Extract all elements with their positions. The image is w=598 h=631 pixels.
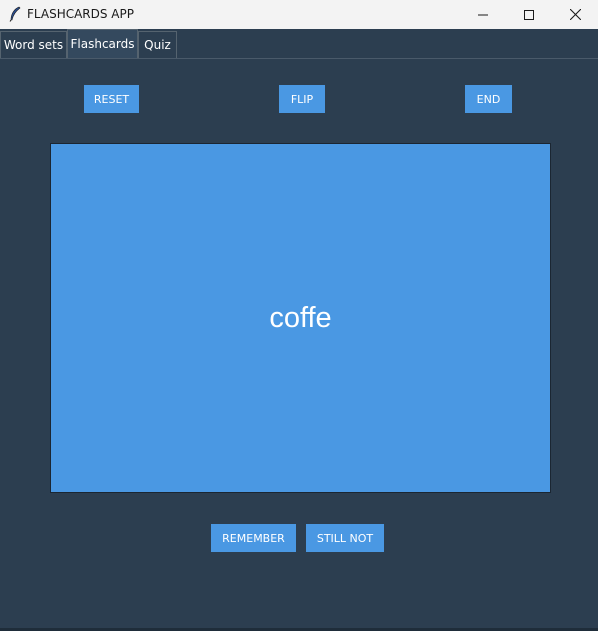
tab-quiz[interactable]: Quiz: [138, 31, 177, 58]
minimize-button[interactable]: [460, 0, 506, 29]
flashcard-word: coffe: [269, 301, 332, 334]
reset-button[interactable]: RESET: [84, 85, 139, 113]
tab-flashcards[interactable]: Flashcards: [67, 29, 138, 58]
flip-button[interactable]: FLIP: [279, 85, 325, 113]
tab-bar: Word sets Flashcards Quiz: [0, 29, 598, 59]
feather-icon: [8, 6, 22, 22]
remember-button[interactable]: REMEMBER: [211, 524, 296, 552]
app-window: FLASHCARDS APP Word sets Flashcards Quiz…: [0, 0, 598, 631]
maximize-icon: [524, 9, 534, 20]
close-icon: [569, 9, 581, 20]
still-not-button[interactable]: STILL NOT: [306, 524, 384, 552]
title-bar: FLASHCARDS APP: [0, 0, 598, 29]
maximize-button[interactable]: [506, 0, 552, 29]
window-title: FLASHCARDS APP: [27, 7, 134, 21]
minimize-icon: [478, 14, 488, 15]
flashcard[interactable]: coffe: [50, 143, 551, 493]
close-button[interactable]: [552, 0, 598, 29]
end-button[interactable]: END: [465, 85, 512, 113]
tab-word-sets[interactable]: Word sets: [0, 31, 67, 58]
